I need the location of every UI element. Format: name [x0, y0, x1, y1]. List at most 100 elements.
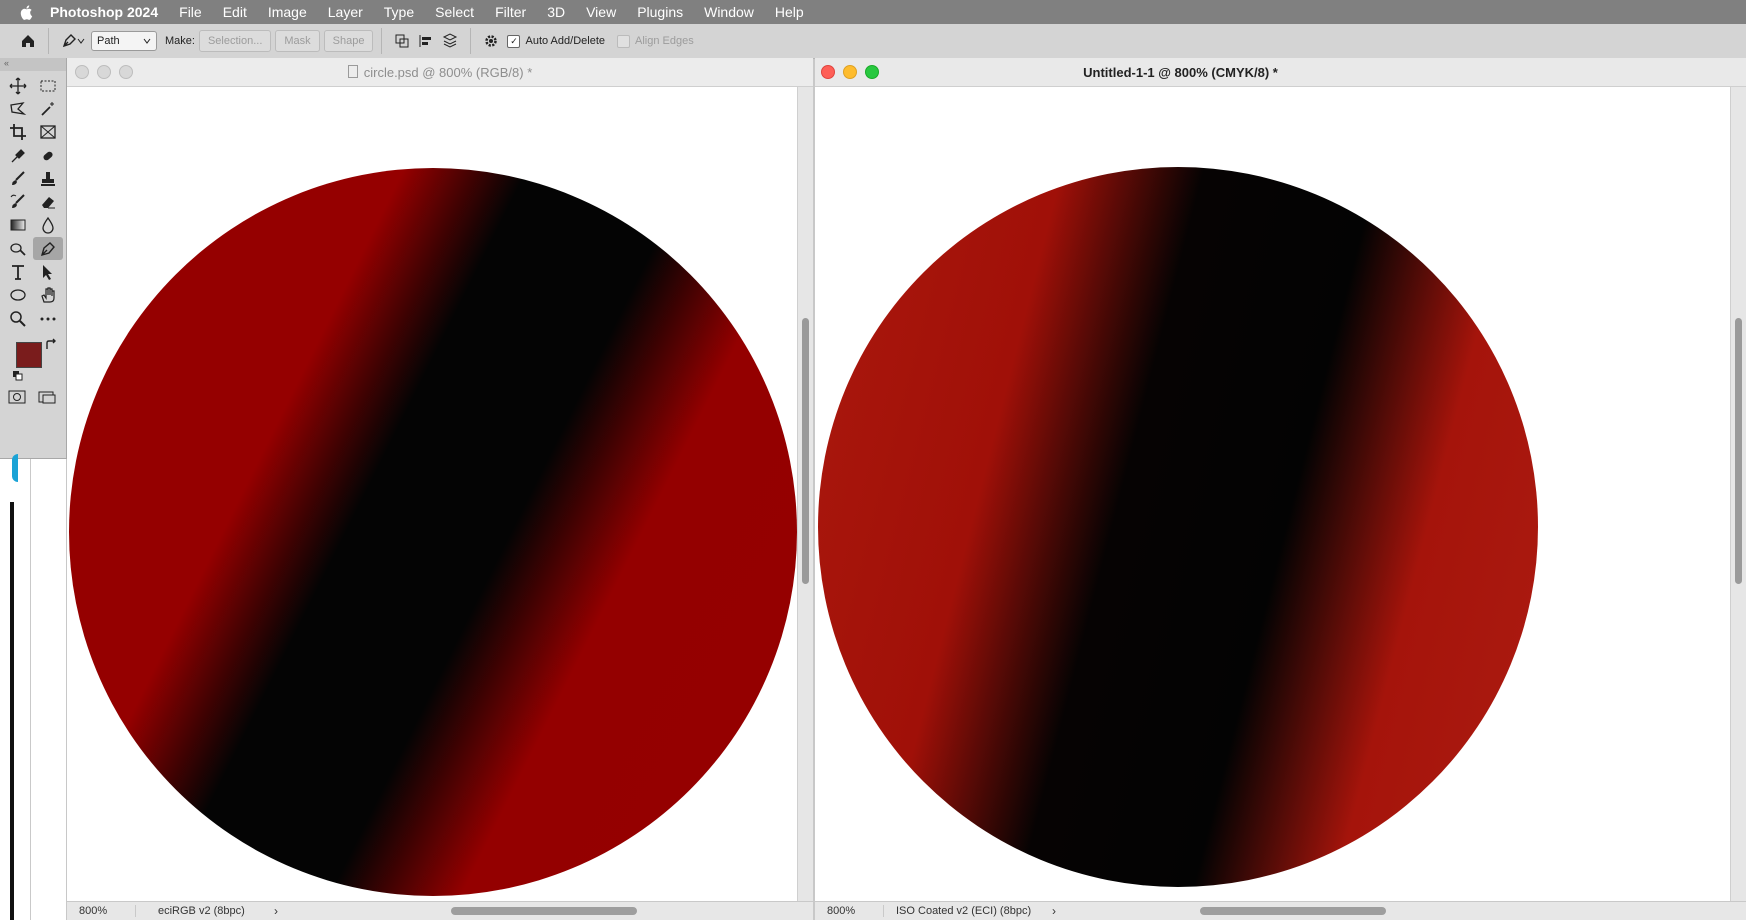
menu-edit[interactable]: Edit [223, 4, 247, 20]
ellipse-icon [10, 289, 26, 301]
gradient-icon[interactable] [3, 214, 33, 237]
apple-icon[interactable] [19, 4, 35, 20]
pen-icon [62, 34, 76, 48]
chevron-right-icon[interactable]: › [1052, 904, 1056, 918]
path-operations-icon[interactable] [390, 29, 414, 53]
zoom-level[interactable]: 800% [67, 905, 136, 917]
document-title: circle.psd @ 800% (RGB/8) * [67, 64, 813, 80]
history-brush-icon[interactable] [3, 190, 33, 213]
document-file-icon [347, 64, 358, 78]
make-shape-button[interactable]: Shape [323, 30, 374, 52]
clone-stamp-icon[interactable] [33, 167, 63, 190]
tool-grid [3, 74, 66, 330]
color-profile: ISO Coated v2 (ECI) (8bpc) [896, 905, 1032, 917]
document-title-text: circle.psd @ 800% (RGB/8) * [363, 64, 533, 80]
type-icon[interactable] [3, 260, 33, 283]
path-selection-icon[interactable] [33, 260, 63, 283]
crop-icon [10, 124, 26, 141]
quick-mask-icon[interactable] [8, 390, 26, 404]
hand-icon[interactable] [33, 284, 63, 307]
tool-preset-picker[interactable] [61, 33, 85, 49]
mode-select-value: Path [97, 35, 120, 47]
divider [48, 28, 49, 54]
more-tools-icon[interactable] [33, 307, 63, 330]
align-edges-checkbox[interactable] [617, 34, 630, 48]
document-title: Untitled-1-1 @ 800% (CMYK/8) * [1083, 64, 1278, 80]
scrollbar-thumb[interactable] [802, 318, 809, 584]
mode-select[interactable]: Path [91, 31, 157, 51]
eraser-icon [42, 197, 55, 209]
menu-image[interactable]: Image [268, 4, 307, 20]
ellipse-icon[interactable] [3, 284, 33, 307]
swap-colors-icon[interactable] [44, 338, 58, 352]
document-titlebar[interactable]: Untitled-1-1 @ 800% (CMYK/8) * [815, 58, 1746, 87]
zoom-level[interactable]: 800% [815, 905, 884, 917]
document-titlebar[interactable]: circle.psd @ 800% (RGB/8) * [67, 58, 813, 87]
gradient-circle [818, 167, 1538, 887]
menu-help[interactable]: Help [775, 4, 804, 20]
app-name-menu[interactable]: Photoshop 2024 [50, 4, 158, 20]
type-icon [12, 265, 24, 280]
healing-brush-icon[interactable] [33, 144, 63, 167]
scrollbar-thumb[interactable] [1735, 318, 1742, 584]
dodge-icon[interactable] [3, 237, 33, 260]
default-colors-icon[interactable] [12, 370, 24, 382]
gradient-circle [69, 168, 797, 896]
status-bar: 800% ISO Coated v2 (ECI) (8bpc) › [815, 901, 1746, 920]
pen-icon [40, 241, 55, 256]
foreground-color-swatch[interactable] [16, 342, 42, 368]
path-arrangement-icon[interactable] [438, 29, 462, 53]
blur-icon[interactable] [33, 214, 63, 237]
menu-type[interactable]: Type [384, 4, 414, 20]
canvas-circle-rgb[interactable] [67, 87, 797, 902]
gear-icon[interactable] [479, 29, 503, 53]
menu-window[interactable]: Window [704, 4, 754, 20]
auto-add-delete-checkbox[interactable]: ✓ [507, 34, 521, 48]
vertical-scrollbar[interactable] [797, 87, 813, 902]
move-icon[interactable] [3, 74, 33, 97]
collapse-icon[interactable]: « [4, 58, 9, 68]
make-label: Make: [165, 35, 195, 47]
blue-tab-fragment [12, 454, 18, 482]
color-profile: eciRGB v2 (8bpc) [158, 905, 245, 917]
zoom-icon [10, 310, 26, 327]
menu-filter[interactable]: Filter [495, 4, 526, 20]
path-alignment-icon[interactable] [414, 29, 438, 53]
menu-view[interactable]: View [586, 4, 616, 20]
home-icon[interactable] [16, 29, 40, 53]
screen-mode-icon[interactable] [38, 390, 58, 404]
eyedropper-icon[interactable] [3, 144, 33, 167]
tools-panel: « [0, 58, 67, 459]
canvas-circle-cmyk[interactable] [815, 87, 1737, 902]
dark-edge-fragment [10, 502, 14, 920]
brush-icon [12, 171, 25, 185]
auto-add-delete-label: Auto Add/Delete [525, 35, 605, 47]
pen-icon[interactable] [33, 237, 63, 261]
hand-icon [41, 287, 55, 303]
vertical-scrollbar[interactable] [1730, 87, 1746, 902]
clone-stamp-icon [41, 171, 55, 186]
menu-plugins[interactable]: Plugins [637, 4, 683, 20]
frame-icon[interactable] [33, 121, 63, 144]
menu-layer[interactable]: Layer [328, 4, 363, 20]
lasso-polygon-icon[interactable] [3, 97, 33, 120]
divider [381, 28, 383, 54]
magic-wand-icon[interactable] [33, 97, 63, 120]
align-edges-label: Align Edges [635, 35, 694, 47]
horizontal-scroll-thumb[interactable] [451, 907, 637, 915]
crop-icon[interactable] [3, 121, 33, 144]
chevron-down-icon [143, 38, 151, 44]
eraser-icon[interactable] [33, 190, 63, 213]
panel-grip[interactable]: « [0, 58, 66, 71]
zoom-icon[interactable] [3, 307, 33, 330]
make-mask-button[interactable]: Mask [275, 30, 320, 52]
menu-select[interactable]: Select [435, 4, 474, 20]
background-panel-sliver [0, 454, 66, 920]
menu-3d[interactable]: 3D [547, 4, 565, 20]
menu-file[interactable]: File [179, 4, 202, 20]
brush-icon[interactable] [3, 167, 33, 190]
horizontal-scroll-thumb[interactable] [1200, 907, 1386, 915]
chevron-right-icon[interactable]: › [274, 904, 278, 918]
marquee-rect-icon[interactable] [33, 74, 63, 97]
make-selection-button[interactable]: Selection... [198, 30, 272, 52]
